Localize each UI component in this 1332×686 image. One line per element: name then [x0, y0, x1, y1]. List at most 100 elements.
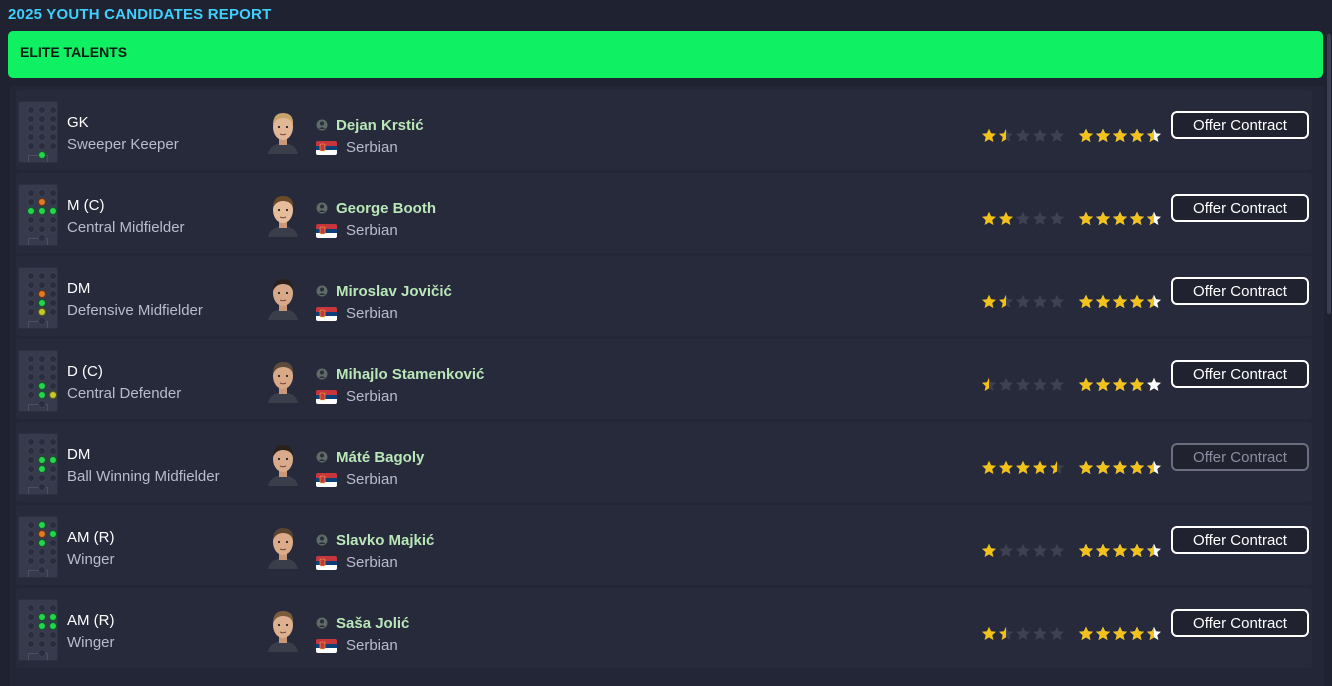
star-icon — [1079, 626, 1093, 640]
position-dot — [28, 107, 34, 113]
star-icon — [1130, 460, 1144, 474]
current-ability-stars — [982, 211, 1064, 225]
star-icon — [1147, 460, 1161, 474]
position-dot — [50, 300, 56, 306]
star-icon — [1113, 460, 1127, 474]
youth-candidate-row[interactable]: DM Defensive Midfielder Miroslav Jovičić… — [16, 256, 1312, 336]
position-dot — [50, 190, 56, 196]
position-dot — [39, 558, 45, 564]
position-dot — [39, 484, 45, 490]
position-dot — [50, 522, 56, 528]
star-icon — [999, 294, 1013, 308]
position-dot — [50, 291, 56, 297]
player-face-icon — [268, 362, 298, 403]
position-dot — [39, 107, 45, 113]
position-dot — [50, 549, 56, 555]
player-nationality: Serbian — [346, 554, 398, 571]
player-nationality: Serbian — [346, 305, 398, 322]
star-icon — [1050, 211, 1064, 225]
serbia-flag-icon — [316, 639, 337, 653]
position-dot-active — [50, 614, 56, 620]
position-dot-active — [50, 623, 56, 629]
player-name[interactable]: Dejan Krstić — [336, 117, 424, 134]
position-dot — [39, 318, 45, 324]
player-name[interactable]: Máté Bagoly — [336, 449, 424, 466]
player-face-icon — [268, 611, 298, 652]
player-face-icon — [268, 445, 298, 486]
position-dot — [50, 107, 56, 113]
position-dot — [50, 282, 56, 288]
youth-candidate-row[interactable]: D (C) Central Defender Mihajlo Stamenkov… — [16, 339, 1312, 419]
position-dot — [50, 125, 56, 131]
serbia-flag-icon — [316, 224, 337, 238]
star-icon — [1016, 294, 1030, 308]
offer-contract-button[interactable]: Offer Contract — [1171, 526, 1309, 554]
serbia-flag-icon — [316, 141, 337, 155]
player-name[interactable]: Saša Jolić — [336, 615, 409, 632]
offer-contract-button[interactable]: Offer Contract — [1171, 360, 1309, 388]
star-icon — [1016, 543, 1030, 557]
page-title: 2025 YOUTH CANDIDATES REPORT — [8, 6, 272, 23]
position-dot — [50, 273, 56, 279]
star-icon — [982, 128, 996, 142]
position-dot — [50, 558, 56, 564]
serbia-flag-icon — [316, 473, 337, 487]
offer-contract-button[interactable]: Offer Contract — [1171, 443, 1309, 471]
star-icon — [999, 460, 1013, 474]
star-icon — [1050, 543, 1064, 557]
position-dot — [39, 134, 45, 140]
star-icon — [1096, 377, 1110, 391]
position-dot — [50, 199, 56, 205]
position-dot — [50, 309, 56, 315]
position-dot — [39, 448, 45, 454]
position-code: DM — [67, 446, 91, 463]
player-name[interactable]: Mihajlo Stamenković — [336, 366, 484, 383]
position-dot — [39, 116, 45, 122]
position-dot-active — [39, 531, 45, 537]
youth-candidate-row[interactable]: DM Ball Winning Midfielder Máté Bagoly S… — [16, 422, 1312, 502]
position-dot-active — [39, 522, 45, 528]
position-dot-active — [39, 392, 45, 398]
star-icon — [1050, 128, 1064, 142]
star-icon — [1147, 128, 1161, 142]
youth-candidate-row[interactable]: GK Sweeper Keeper Dejan Krstić Serbian O… — [16, 90, 1312, 170]
elite-talents-header[interactable]: ELITE TALENTS — [8, 31, 1323, 78]
position-role: Defensive Midfielder — [67, 302, 203, 319]
position-dot — [39, 401, 45, 407]
position-dot — [50, 374, 56, 380]
potential-ability-stars — [1079, 460, 1161, 474]
position-dot — [39, 439, 45, 445]
position-dot — [28, 282, 34, 288]
player-face-icon — [268, 113, 298, 154]
position-dot — [50, 605, 56, 611]
youth-candidate-row[interactable]: AM (R) Winger Saša Jolić Serbian Offer C… — [16, 588, 1312, 668]
star-icon — [1079, 211, 1093, 225]
player-nationality: Serbian — [346, 471, 398, 488]
player-name[interactable]: Miroslav Jovičić — [336, 283, 452, 300]
offer-contract-button[interactable]: Offer Contract — [1171, 194, 1309, 222]
current-ability-stars — [982, 128, 1064, 142]
position-dot-active — [39, 291, 45, 297]
position-dot-active — [39, 152, 45, 158]
position-dot — [28, 392, 34, 398]
position-dot-active — [39, 199, 45, 205]
position-dot — [28, 217, 34, 223]
position-pitch-icon — [18, 267, 58, 329]
scrollbar[interactable] — [1327, 34, 1331, 314]
position-dot — [28, 531, 34, 537]
serbia-flag-icon — [316, 390, 337, 404]
offer-contract-button[interactable]: Offer Contract — [1171, 277, 1309, 305]
position-dot — [28, 475, 34, 481]
offer-contract-button[interactable]: Offer Contract — [1171, 111, 1309, 139]
position-dot — [28, 116, 34, 122]
player-name[interactable]: George Booth — [336, 200, 436, 217]
position-dot — [28, 558, 34, 564]
player-name[interactable]: Slavko Majkić — [336, 532, 434, 549]
current-ability-stars — [982, 460, 1064, 474]
offer-contract-button[interactable]: Offer Contract — [1171, 609, 1309, 637]
position-dot — [39, 282, 45, 288]
youth-candidate-row[interactable]: M (C) Central Midfielder George Booth Se… — [16, 173, 1312, 253]
position-dot-active — [39, 540, 45, 546]
youth-candidate-row[interactable]: AM (R) Winger Slavko Majkić Serbian Offe… — [16, 505, 1312, 585]
position-dot-active — [50, 457, 56, 463]
